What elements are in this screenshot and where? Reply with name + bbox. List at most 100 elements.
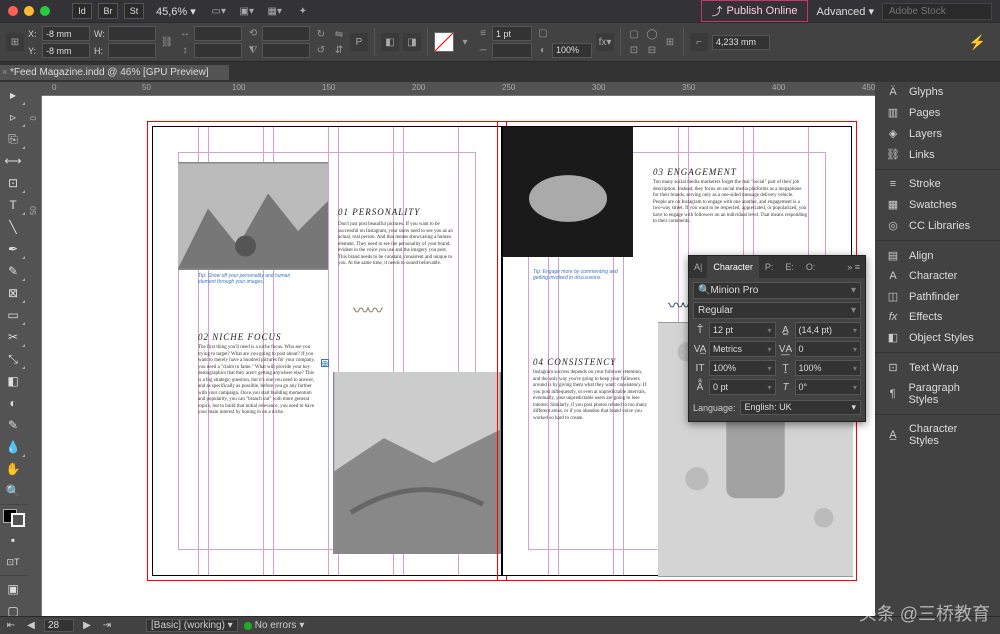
heading-engagement[interactable]: 03 ENGAGEMENT <box>653 167 737 177</box>
panel-pathfinder[interactable]: ◫Pathfinder <box>875 286 1000 307</box>
flip-h-icon[interactable]: ⇋ <box>332 27 346 41</box>
tab-opentype[interactable]: O: <box>800 256 822 278</box>
heading-personality[interactable]: 01 PERSONALITY <box>338 207 420 217</box>
tab-character[interactable]: Character <box>707 256 759 278</box>
stock-search-input[interactable] <box>882 3 992 20</box>
panel-cc-libraries[interactable]: ◎CC Libraries <box>875 215 1000 236</box>
language-dropdown[interactable]: English: UK▾ <box>740 400 861 415</box>
font-size-input[interactable]: 12 pt▾ <box>709 322 776 338</box>
pencil-tool[interactable]: ✎ <box>0 260 26 282</box>
x-input[interactable] <box>42 26 90 41</box>
screen-mode-icon[interactable]: ▣▾ <box>236 2 258 20</box>
heading-consistency[interactable]: 04 CONSISTENCY <box>533 357 616 367</box>
text-engagement[interactable]: Too many social media marketers forget t… <box>653 180 808 226</box>
panel-character-styles[interactable]: A̲Character Styles <box>875 419 1000 451</box>
tip-engagement[interactable]: Tip: Engage more by commenting and getti… <box>533 269 628 281</box>
flip-v-icon[interactable]: ⇵ <box>332 43 346 57</box>
gpu-icon[interactable]: ✦ <box>292 2 314 20</box>
horizontal-ruler[interactable]: 0 50 100 150 200 250 300 350 400 450 <box>42 82 875 96</box>
fill-stroke-swatch[interactable] <box>3 509 25 527</box>
stroke-style-input[interactable] <box>492 43 532 58</box>
maximize-window-button[interactable] <box>40 6 50 16</box>
tab-e[interactable]: E: <box>779 256 800 278</box>
w-input[interactable] <box>108 26 156 41</box>
text-wrap-none-icon[interactable]: ▢ <box>627 27 641 41</box>
quick-apply-icon[interactable]: ⚡ <box>969 34 994 51</box>
panel-character[interactable]: ACharacter <box>875 266 1000 286</box>
first-page-button[interactable]: ⇤ <box>4 620 18 631</box>
note-tool[interactable]: ✎ <box>0 414 26 436</box>
document-tab[interactable]: × *Feed Magazine.indd @ 46% [GPU Preview… <box>0 65 229 80</box>
content-collector-tool[interactable]: ⊡ <box>0 172 26 194</box>
text-niche[interactable]: The first thing you'll need is a niche f… <box>198 345 318 417</box>
scale-y-input[interactable] <box>194 43 242 58</box>
panel-swatches[interactable]: ▦Swatches <box>875 194 1000 215</box>
image-hands[interactable] <box>503 127 633 257</box>
panel-pages[interactable]: ▥Pages <box>875 102 1000 123</box>
minimize-window-button[interactable] <box>24 6 34 16</box>
image-bridge[interactable] <box>333 372 501 554</box>
reference-point-icon[interactable]: ⊞ <box>6 33 24 51</box>
zoom-tool[interactable]: 🔍 <box>0 480 26 502</box>
select-container-icon[interactable]: ◧ <box>381 33 399 51</box>
opacity-input[interactable] <box>552 43 592 58</box>
character-panel[interactable]: A| Character P: E: O: » ≡ 🔍 Minion Pro▾ … <box>688 255 866 422</box>
corner-radius-input[interactable] <box>712 35 770 50</box>
flip-indicator-icon[interactable]: P <box>350 33 368 51</box>
rotate-input[interactable] <box>262 26 310 41</box>
rectangle-frame-tool[interactable]: ⊠ <box>0 282 26 304</box>
text-personality[interactable]: Don't just post beautiful pictures. If y… <box>338 222 456 268</box>
panel-stroke[interactable]: ≡Stroke <box>875 174 1000 194</box>
hand-tool[interactable]: ✋ <box>0 458 26 480</box>
page-tool[interactable]: ⎘ <box>0 128 26 150</box>
panel-glyphs[interactable]: ÄGlyphs <box>875 82 1000 102</box>
text-consistency[interactable]: Instagram success depends on your follow… <box>533 370 648 422</box>
bridge-button[interactable]: Br <box>98 3 118 19</box>
view-options-icon[interactable]: ▭▾ <box>208 2 230 20</box>
prev-page-button[interactable]: ◀ <box>24 620 38 631</box>
rotate-cw-icon[interactable]: ↻ <box>314 27 328 41</box>
free-transform-tool[interactable]: ⤡ <box>0 348 26 370</box>
text-wrap-column-icon[interactable]: ⊞ <box>663 35 677 49</box>
kerning-input[interactable]: Metrics▾ <box>709 341 776 357</box>
shear-input[interactable] <box>262 43 310 58</box>
gradient-swatch-tool[interactable]: ◧ <box>0 370 26 392</box>
eyedropper-tool[interactable]: 💧 <box>0 436 26 458</box>
vertical-ruler[interactable]: 0 50 <box>28 96 42 622</box>
view-mode-normal[interactable]: ▣ <box>0 578 26 600</box>
tab-paragraph[interactable]: P: <box>759 256 780 278</box>
corner-options-icon[interactable]: ⌐ <box>690 33 708 51</box>
close-window-button[interactable] <box>8 6 18 16</box>
skew-input[interactable]: 0°▾ <box>795 379 862 395</box>
text-wrap-bounding-icon[interactable]: ⊡ <box>627 43 641 57</box>
constrain-icon[interactable]: ⛓ <box>160 35 174 49</box>
y-input[interactable] <box>42 43 90 58</box>
overset-icon[interactable]: ⊕ <box>321 359 329 367</box>
preflight-status[interactable]: No errors ▾ <box>244 620 305 631</box>
font-style-dropdown[interactable]: Regular▾ <box>693 302 861 319</box>
fill-swatch[interactable] <box>434 32 454 52</box>
zoom-level[interactable]: 45,6% ▾ <box>156 5 196 18</box>
last-page-button[interactable]: ⇥ <box>100 620 114 631</box>
direct-selection-tool[interactable]: ▹ <box>0 106 26 128</box>
panel-align[interactable]: ▤Align <box>875 245 1000 266</box>
tip-personality[interactable]: Tip: Show off your personality and human… <box>198 273 308 285</box>
rectangle-tool[interactable]: ▭ <box>0 304 26 326</box>
panel-links[interactable]: ⛓Links <box>875 144 1000 165</box>
scale-x-input[interactable] <box>194 26 242 41</box>
h-input[interactable] <box>108 43 156 58</box>
text-wrap-jump-icon[interactable]: ⊟ <box>645 43 659 57</box>
page-number-input[interactable] <box>44 619 74 632</box>
rotate-ccw-icon[interactable]: ↺ <box>314 43 328 57</box>
line-tool[interactable]: ╲ <box>0 216 26 238</box>
panel-object-styles[interactable]: ◧Object Styles <box>875 327 1000 348</box>
image-mountains[interactable] <box>178 162 328 270</box>
fx-icon[interactable]: fx▾ <box>596 33 614 51</box>
select-content-icon[interactable]: ◨ <box>403 33 421 51</box>
page-left[interactable]: 01 PERSONALITY Don't just post beautiful… <box>152 126 502 576</box>
object-style-dropdown[interactable]: [Basic] (working) ▾ <box>146 619 238 632</box>
publish-online-button[interactable]: ⤴ Publish Online <box>701 0 809 22</box>
next-page-button[interactable]: ▶ <box>80 620 94 631</box>
font-family-dropdown[interactable]: 🔍 Minion Pro▾ <box>693 282 861 299</box>
close-tab-icon[interactable]: × <box>2 67 7 77</box>
